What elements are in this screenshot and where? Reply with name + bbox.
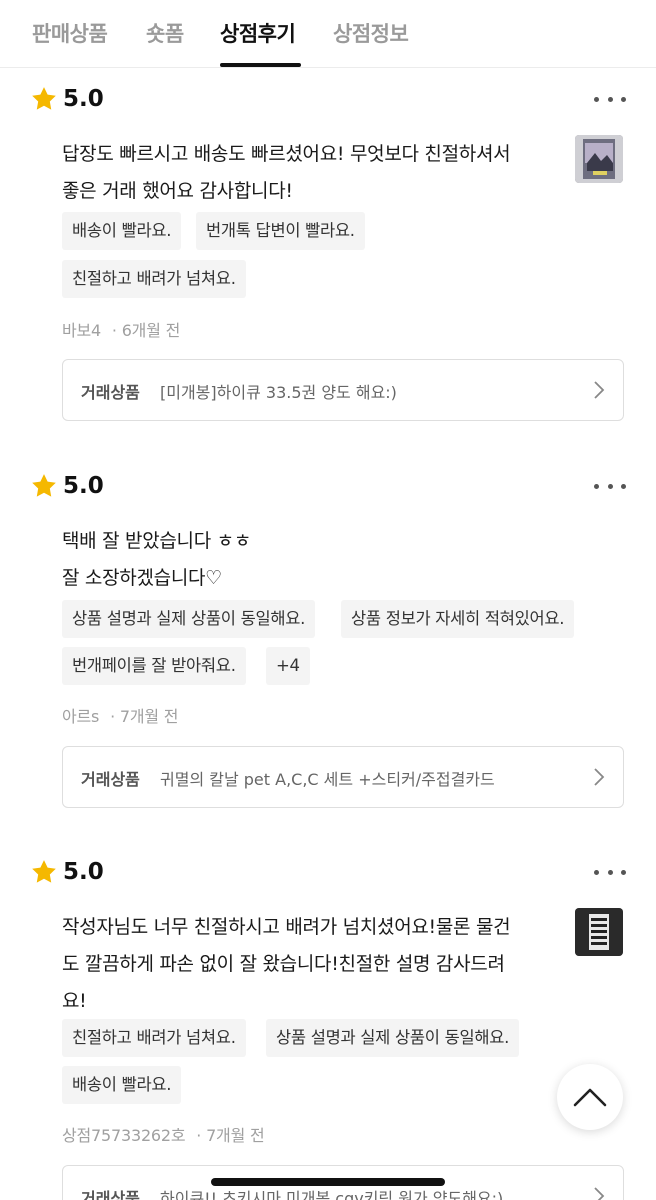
tab-bar: 판매상품 숏폼 상점후기 상점정보 — [0, 0, 656, 68]
review-time: · 6개월 전 — [111, 321, 181, 340]
trade-label: 거래상품 — [81, 383, 140, 402]
rating-value: 5.0 — [63, 473, 104, 499]
rating-value: 5.0 — [63, 859, 104, 885]
star-icon — [32, 860, 56, 883]
review-meta: 바보4 · 6개월 전 — [62, 317, 180, 341]
trade-item-name: [미개봉]하이큐 33.5권 양도 해요:) — [160, 383, 397, 402]
review-text-line: 도 깔끔하게 파손 없이 잘 왔습니다!친절한 설명 감사드려 — [62, 953, 505, 975]
review-text-line: 택배 잘 받았습니다 ㅎㅎ — [62, 530, 252, 552]
review-text-line: 답장도 빠르시고 배송도 빠르셨어요! 무엇보다 친절하셔서 — [62, 143, 511, 165]
review-photo[interactable] — [575, 135, 623, 183]
chevron-right-icon — [594, 381, 605, 399]
review-tag-more[interactable]: +4 — [266, 647, 310, 685]
trade-item-name: 귀멸의 칼날 pet A,C,C 세트 +스티커/주접결카드 — [160, 770, 495, 789]
review-tag: 배송이 빨라요. — [62, 212, 182, 250]
rating: 5.0 — [30, 471, 104, 501]
review-tag: 친절하고 배려가 넘쳐요. — [62, 1019, 246, 1057]
chevron-right-icon — [594, 1187, 605, 1200]
review-meta: 아르s · 7개월 전 — [62, 703, 178, 727]
star-icon — [32, 87, 56, 110]
more-options-icon[interactable] — [594, 859, 626, 885]
review-text-line: 좋은 거래 했어요 감사합니다! — [62, 180, 293, 202]
review-author[interactable]: 바보4 — [62, 321, 101, 340]
active-tab-indicator — [220, 63, 301, 67]
review-tag: 번개페이를 잘 받아줘요. — [62, 647, 246, 685]
star-icon — [32, 474, 56, 497]
review-text: 택배 잘 받았습니다 ㅎㅎ 잘 소장하겠습니다♡ — [62, 523, 251, 597]
review-text-line: 요! — [62, 990, 87, 1012]
review-tag: 친절하고 배려가 넘쳐요. — [62, 260, 246, 298]
trade-item-name: 하이큐!! 츠키시마 미개봉 cgv키링 원가 양도해요:) — [160, 1189, 504, 1200]
tab-reviews[interactable]: 상점후기 — [220, 18, 296, 48]
home-indicator[interactable] — [211, 1178, 445, 1186]
review-text: 작성자님도 너무 친절하시고 배려가 넘치셨어요!물론 물건 도 깔끔하게 파손… — [62, 909, 511, 1020]
more-options-icon[interactable] — [594, 473, 626, 499]
chevron-up-icon — [573, 1088, 607, 1107]
trade-item-link[interactable]: 거래상품 [미개봉]하이큐 33.5권 양도 해요:) — [62, 359, 624, 421]
chevron-right-icon — [594, 768, 605, 786]
review-author[interactable]: 아르s — [62, 707, 99, 726]
tab-shop-info[interactable]: 상점정보 — [333, 18, 409, 48]
rating: 5.0 — [30, 857, 104, 887]
tab-products[interactable]: 판매상품 — [32, 18, 108, 48]
review-time: · 7개월 전 — [110, 707, 179, 726]
trade-item-link[interactable]: 거래상품 귀멸의 칼날 pet A,C,C 세트 +스티커/주접결카드 — [62, 746, 624, 808]
more-options-icon[interactable] — [594, 86, 626, 112]
review-time: · 7개월 전 — [196, 1126, 265, 1145]
review-meta: 상점75733262호 · 7개월 전 — [62, 1122, 265, 1146]
review-text: 답장도 빠르시고 배송도 빠르셨어요! 무엇보다 친절하셔서 좋은 거래 했어요… — [62, 136, 511, 210]
rating-value: 5.0 — [63, 86, 104, 112]
review-author[interactable]: 상점75733262호 — [62, 1126, 186, 1145]
review-tag: 상품 정보가 자세히 적혀있어요. — [341, 600, 575, 638]
trade-label: 거래상품 — [81, 770, 140, 789]
trade-label: 거래상품 — [81, 1189, 140, 1200]
review-photo[interactable] — [575, 908, 623, 956]
review-text-line: 잘 소장하겠습니다♡ — [62, 567, 222, 589]
review-tag: 번개톡 답변이 빨라요. — [196, 212, 365, 250]
scroll-to-top-button[interactable] — [557, 1064, 623, 1130]
tab-shortform[interactable]: 숏폼 — [146, 18, 184, 48]
rating: 5.0 — [30, 84, 104, 114]
review-tag: 상품 설명과 실제 상품이 동일해요. — [266, 1019, 520, 1057]
review-tag: 상품 설명과 실제 상품이 동일해요. — [62, 600, 316, 638]
review-tag: 배송이 빨라요. — [62, 1066, 182, 1104]
review-text-line: 작성자님도 너무 친절하시고 배려가 넘치셨어요!물론 물건 — [62, 916, 511, 938]
